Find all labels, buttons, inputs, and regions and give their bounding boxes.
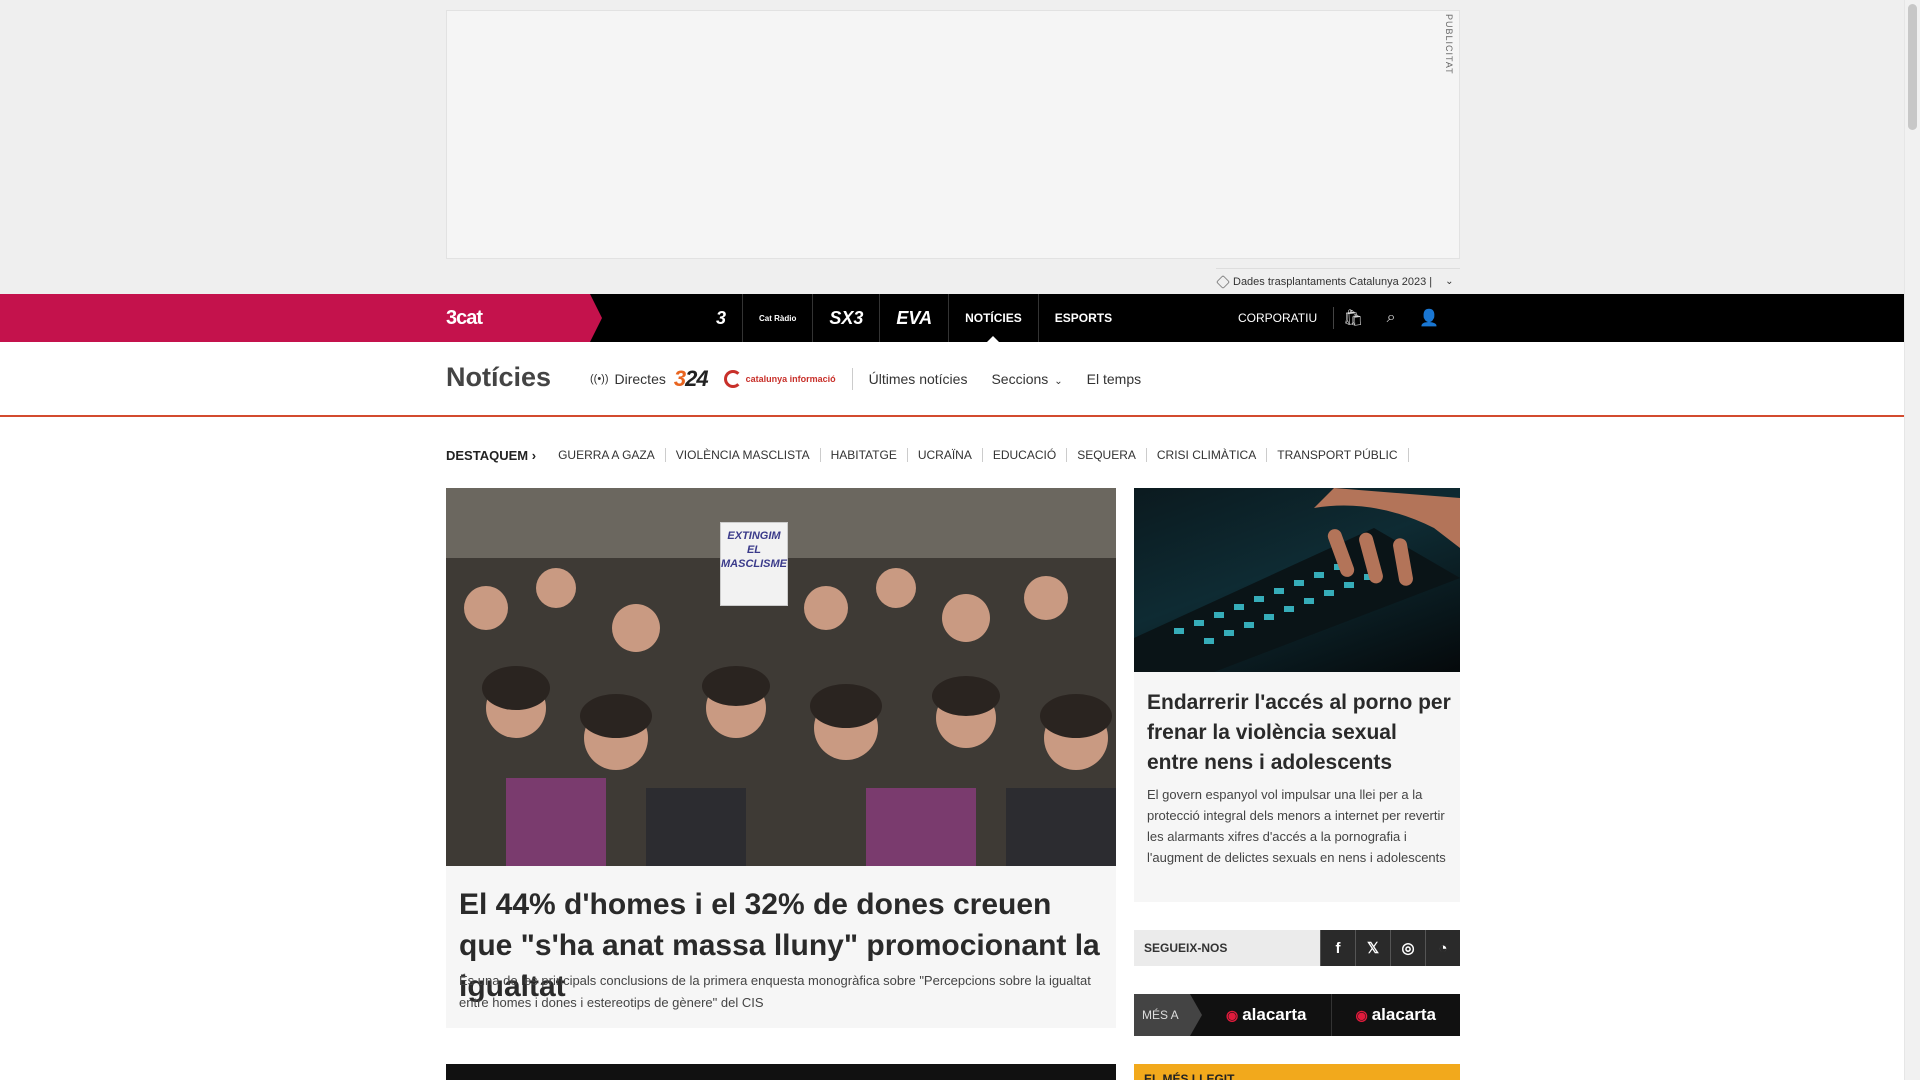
channel-eva[interactable]: EVA	[880, 294, 950, 342]
protest-placard: EXTINGIM EL MASCLISME	[720, 522, 788, 606]
most-read-title: EL MÉS LLEGIT	[1144, 1072, 1235, 1080]
highlight-item[interactable]: GUERRA A GAZA	[548, 448, 666, 462]
chevron-down-icon[interactable]: ⌄	[1445, 276, 1453, 287]
most-read-block: EL MÉS LLEGIT	[1134, 1064, 1460, 1080]
highlight-item[interactable]: TRANSPORT PÚBLIC	[1267, 448, 1409, 462]
shop-icon[interactable]: 🛍	[1334, 308, 1372, 328]
scrollbar[interactable]	[1904, 0, 1920, 1080]
channel-list: 3 Cat Ràdio SX3 EVA NOTÍCIES ESPORTS	[700, 294, 1128, 342]
side-story-image[interactable]	[1134, 488, 1460, 672]
corporate-link[interactable]: CORPORATIU	[1238, 307, 1335, 329]
section-title[interactable]: Notícies	[446, 362, 551, 393]
menu-sections[interactable]: Seccions ⌄	[991, 371, 1062, 387]
side-story-headline[interactable]: Endarrerir l'accés al porno per frenar l…	[1147, 688, 1452, 778]
nav-esports[interactable]: ESPORTS	[1039, 294, 1128, 342]
menu-weather[interactable]: El temps	[1087, 371, 1141, 387]
brand-logo[interactable]: 3cat	[446, 307, 483, 330]
tv3-alacarta-link[interactable]: ◉ alacarta	[1202, 994, 1332, 1036]
brand-area	[0, 294, 602, 342]
section-menu: ((•)) Directes 324 catalunya informació …	[590, 364, 1165, 394]
channel-sx3[interactable]: SX3	[813, 294, 881, 342]
channel-catradio[interactable]: Cat Ràdio	[743, 294, 814, 342]
menu-latest-news[interactable]: Últimes notícies	[869, 371, 968, 387]
follow-us-bar: SEGUEIX-NOS f 𝕏 ◎ ◔	[1134, 930, 1460, 966]
highlight-item[interactable]: HABITATGE	[821, 448, 908, 462]
ad-label: PUBLICITAT	[1444, 14, 1454, 75]
top-navigation: 3cat 3 Cat Ràdio SX3 EVA NOTÍCIES ESPORT…	[0, 294, 1904, 342]
search-icon[interactable]: ⌕	[1372, 309, 1410, 327]
next-story-card[interactable]	[446, 1064, 1116, 1080]
highlights-label[interactable]: DESTAQUEM ›	[446, 448, 536, 463]
catinfo-mark-icon	[723, 370, 742, 388]
promo-line[interactable]: Dades trasplantaments Catalunya 2023 | ⌄	[1215, 268, 1460, 294]
rss-icon[interactable]: ◔	[1425, 930, 1460, 966]
live-link[interactable]: Directes	[615, 371, 666, 387]
highlight-item[interactable]: CRISI CLIMÀTICA	[1147, 448, 1268, 462]
main-story-card[interactable]: EXTINGIM EL MASCLISME El 44% d'homes i e…	[446, 488, 1116, 1028]
side-story-card[interactable]: Endarrerir l'accés al porno per frenar l…	[1134, 488, 1460, 902]
keyboard-illustration	[1134, 488, 1460, 672]
catradio-alacarta-link[interactable]: ◉ alacarta	[1332, 994, 1461, 1036]
highlights-bar: DESTAQUEM › GUERRA A GAZA VIOLÈNCIA MASC…	[446, 446, 1409, 464]
logo-catalunya-informacio[interactable]: catalunya informació	[723, 370, 836, 388]
ad-slot[interactable]	[446, 10, 1460, 259]
chevron-down-icon: ⌄	[1054, 376, 1063, 387]
main-story-summary: És una de les principals conclusions de …	[459, 973, 1091, 1010]
x-icon[interactable]: 𝕏	[1355, 930, 1390, 966]
facebook-icon[interactable]: f	[1320, 930, 1355, 966]
instagram-icon[interactable]: ◎	[1390, 930, 1425, 966]
tv3-mark-icon: ◉	[1226, 1006, 1239, 1023]
highlight-item[interactable]: EDUCACIÓ	[983, 448, 1068, 462]
live-broadcast-icon: ((•))	[590, 373, 609, 385]
scrollbar-thumb[interactable]	[1908, 4, 1917, 130]
top-right-tools: CORPORATIU 🛍 ⌕ 👤	[1238, 294, 1448, 342]
catradio-mark-icon: ◉	[1355, 1006, 1368, 1023]
ad-band: PUBLICITAT Dades trasplantaments Catalun…	[0, 0, 1904, 294]
nav-noticies[interactable]: NOTÍCIES	[949, 294, 1039, 342]
channel-tv3[interactable]: 3	[700, 294, 744, 342]
more-on-bar: MÉS A ◉ alacarta ◉ alacarta	[1134, 994, 1460, 1036]
highlight-item[interactable]: UCRAÏNA	[908, 448, 983, 462]
follow-us-label: SEGUEIX-NOS	[1134, 930, 1320, 966]
logo-324[interactable]: 324	[674, 366, 709, 392]
tag-icon	[1215, 274, 1231, 289]
promo-text[interactable]: Dades trasplantaments Catalunya 2023 |	[1233, 276, 1432, 288]
user-icon[interactable]: 👤	[1410, 308, 1448, 328]
side-story-summary: El govern espanyol vol impulsar una llei…	[1147, 787, 1446, 865]
more-on-label: MÉS A	[1134, 994, 1202, 1036]
highlight-item[interactable]: SEQUERA	[1067, 448, 1147, 462]
main-story-image[interactable]: EXTINGIM EL MASCLISME	[446, 488, 1116, 866]
section-header: Notícies ((•)) Directes 324 catalunya in…	[0, 342, 1904, 417]
highlight-item[interactable]: VIOLÈNCIA MASCLISTA	[666, 448, 821, 462]
divider	[851, 368, 853, 390]
